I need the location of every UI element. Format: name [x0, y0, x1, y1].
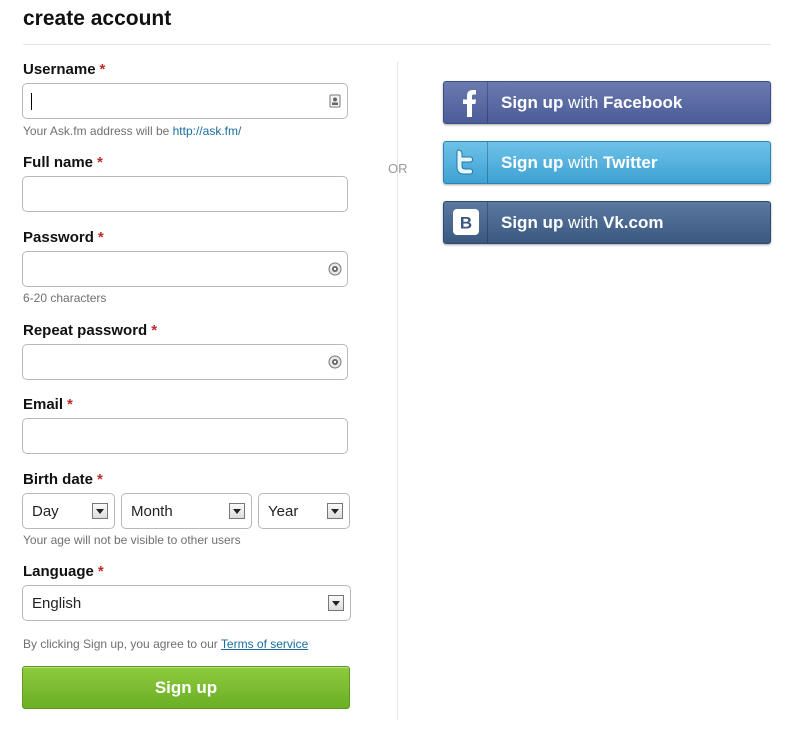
facebook-signup-label: Sign up with Facebook — [501, 93, 683, 112]
contact-card-icon[interactable] — [328, 94, 342, 108]
dropdown-arrow-icon[interactable] — [327, 503, 343, 519]
icon-separator — [487, 202, 488, 243]
password-field[interactable] — [22, 251, 348, 287]
dropdown-arrow-icon[interactable] — [328, 595, 344, 611]
twitter-signup-button[interactable]: Sign up with Twitter — [443, 141, 771, 184]
birth-year-value: Year — [268, 503, 299, 520]
twitter-signup-label: Sign up with Twitter — [501, 153, 658, 172]
required-marker: * — [151, 322, 158, 339]
birth-month-value: Month — [131, 503, 173, 520]
birth-year-select[interactable]: Year — [258, 493, 350, 529]
username-label: Username * — [23, 61, 106, 78]
vk-icon: B — [453, 209, 479, 235]
password-manager-icon[interactable] — [328, 262, 342, 276]
username-field[interactable] — [22, 83, 348, 119]
language-value: English — [32, 595, 82, 612]
birth-day-select[interactable]: Day — [22, 493, 115, 529]
page-title: create account — [23, 7, 172, 30]
required-marker: * — [97, 229, 104, 246]
required-marker: * — [67, 396, 73, 413]
dropdown-arrow-icon[interactable] — [229, 503, 245, 519]
terms-of-service-link[interactable]: Terms of service — [221, 637, 308, 651]
dropdown-arrow-icon[interactable] — [92, 503, 108, 519]
icon-separator — [487, 82, 488, 123]
full-name-field[interactable] — [22, 176, 348, 212]
birth-day-value: Day — [32, 503, 59, 520]
birth-date-hint: Your age will not be visible to other us… — [23, 533, 241, 547]
svg-text:B: B — [460, 214, 472, 233]
repeat-password-label: Repeat password * — [23, 322, 158, 339]
facebook-icon — [463, 90, 476, 117]
language-label: Language * — [23, 563, 104, 580]
terms-notice: By clicking Sign up, you agree to our Te… — [23, 637, 309, 651]
required-marker: * — [97, 471, 103, 488]
text-cursor — [31, 93, 32, 110]
email-field[interactable] — [22, 418, 348, 454]
birth-month-select[interactable]: Month — [121, 493, 252, 529]
full-name-label: Full name * — [23, 154, 103, 171]
ask-fm-link[interactable]: http://ask.fm/ — [173, 124, 242, 138]
password-hint: 6-20 characters — [23, 291, 107, 305]
language-select[interactable]: English — [22, 585, 351, 621]
or-label: OR — [388, 161, 408, 176]
email-input[interactable] — [23, 419, 331, 453]
password-input[interactable] — [23, 252, 331, 286]
email-label: Email * — [23, 396, 73, 413]
repeat-password-field[interactable] — [22, 344, 348, 380]
vk-signup-label: Sign up with Vk.com — [501, 213, 664, 232]
password-manager-icon[interactable] — [328, 355, 342, 369]
password-label: Password * — [23, 229, 104, 246]
repeat-password-input[interactable] — [23, 345, 331, 379]
twitter-icon — [456, 149, 474, 175]
sign-up-button[interactable]: Sign up — [22, 666, 350, 709]
required-marker: * — [97, 563, 104, 580]
header-divider — [23, 44, 771, 45]
full-name-input[interactable] — [23, 177, 331, 211]
username-hint: Your Ask.fm address will be http://ask.f… — [23, 124, 242, 138]
birth-date-label: Birth date * — [23, 471, 103, 488]
required-marker: * — [99, 61, 106, 78]
username-input[interactable] — [23, 84, 331, 118]
icon-separator — [487, 142, 488, 183]
facebook-signup-button[interactable]: Sign up with Facebook — [443, 81, 771, 124]
vk-signup-button[interactable]: B Sign up with Vk.com — [443, 201, 771, 244]
required-marker: * — [97, 154, 103, 171]
